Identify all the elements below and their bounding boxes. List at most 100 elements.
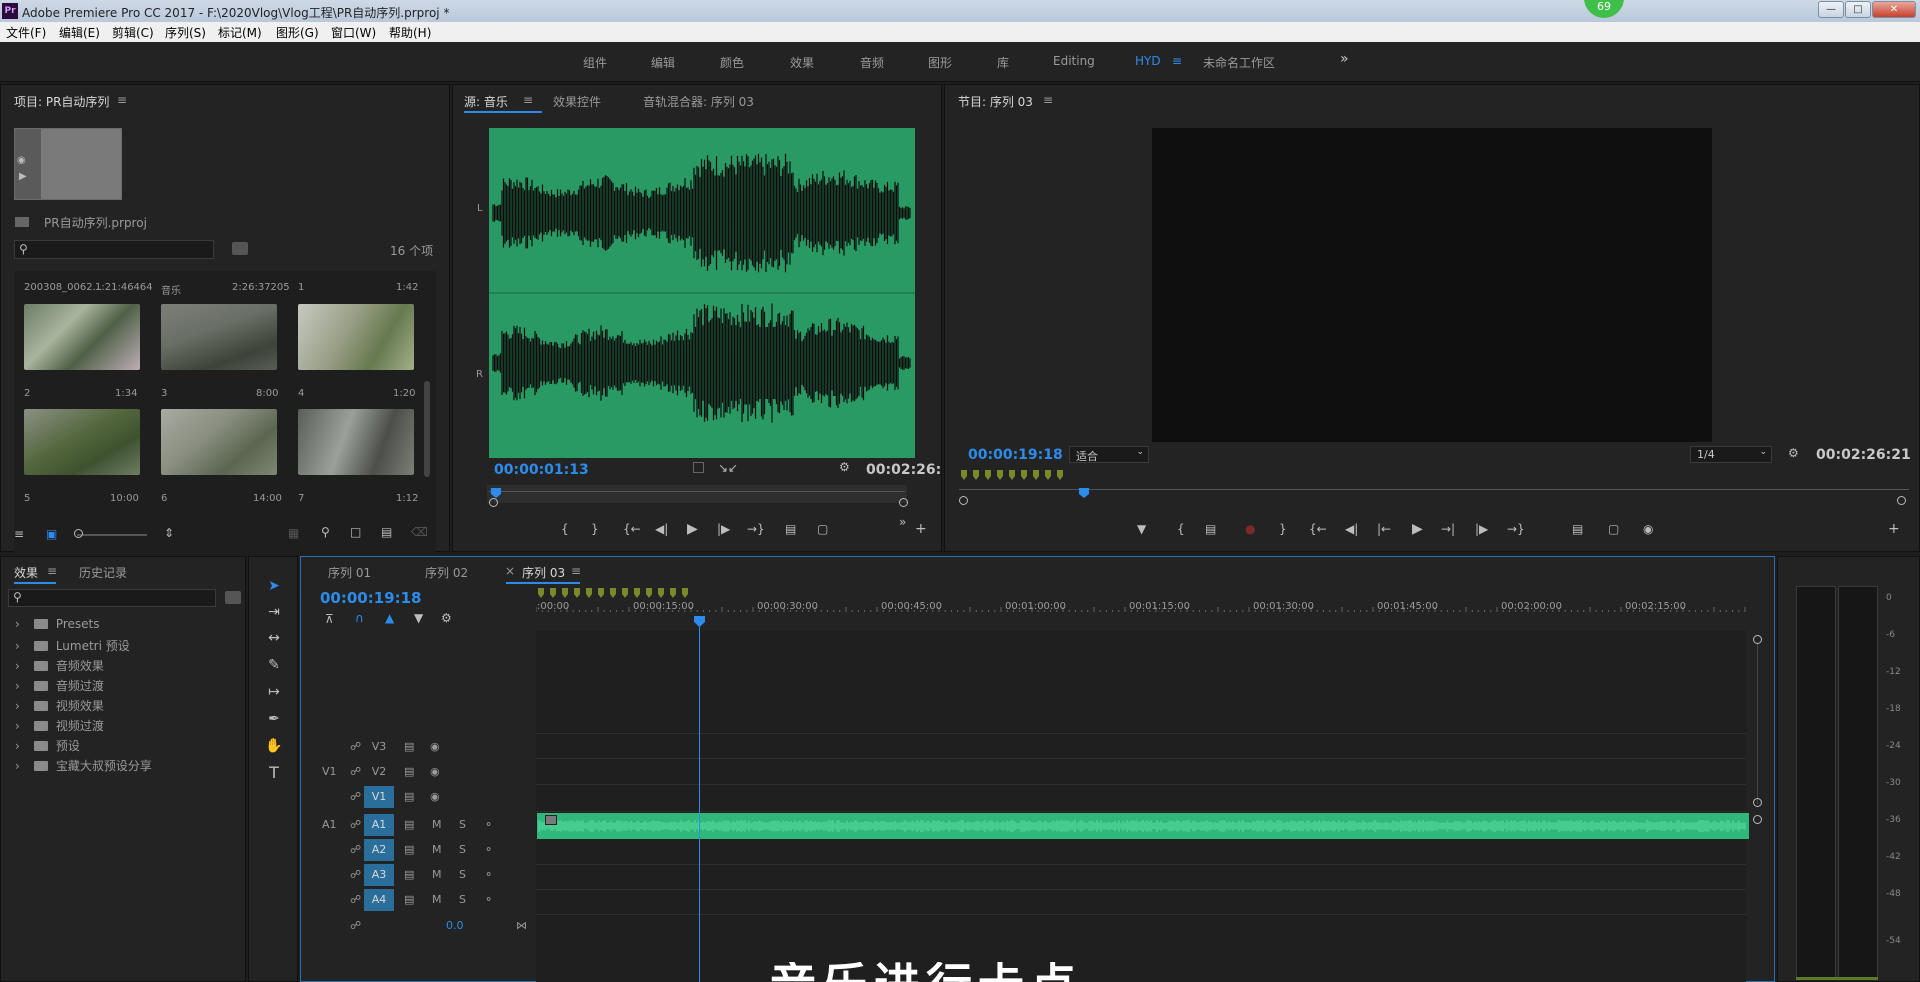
workspace-hyd[interactable]: HYD: [1135, 54, 1161, 68]
sync-lock-icon[interactable]: ▤: [404, 868, 414, 881]
mark-out-icon[interactable]: }: [591, 522, 599, 536]
workspace-edit[interactable]: 编辑: [651, 54, 675, 71]
clip-mark-icon[interactable]: ▤: [1205, 522, 1216, 536]
lock-icon[interactable]: ☍: [350, 919, 361, 932]
lock-icon[interactable]: ☍: [350, 790, 361, 803]
go-to-previous-edit-icon[interactable]: |←: [1377, 522, 1391, 536]
audio-clip-a1[interactable]: [537, 813, 1749, 839]
maximize-button[interactable]: □: [1845, 1, 1871, 18]
vertical-zoom-handle-top[interactable]: [1753, 635, 1762, 644]
workspace-audio[interactable]: 音频: [860, 54, 884, 71]
solo-button[interactable]: S: [459, 893, 466, 906]
tab-history[interactable]: 历史记录: [79, 564, 127, 581]
marker-icon[interactable]: [1045, 470, 1051, 480]
microphone-icon[interactable]: ⚬: [484, 868, 493, 881]
mute-button[interactable]: M: [432, 868, 442, 881]
tab-effect-controls[interactable]: 效果控件: [553, 93, 601, 110]
marker-icon[interactable]: [1009, 470, 1015, 480]
effects-folder[interactable]: › 音频效果: [15, 657, 104, 674]
marker-icon[interactable]: [997, 470, 1003, 480]
minimize-button[interactable]: —: [1818, 1, 1844, 18]
export-frame-camera-icon[interactable]: ◉: [1643, 522, 1653, 536]
track-select-tool-icon[interactable]: ⇥: [264, 602, 284, 622]
mark-in-icon[interactable]: {: [1177, 522, 1185, 536]
workspace-color[interactable]: 颜色: [720, 54, 744, 71]
go-to-next-edit-icon[interactable]: →|: [1441, 522, 1455, 536]
snap-magnet-icon[interactable]: ∩: [355, 611, 364, 625]
settings-wrench-icon[interactable]: ⚙: [1788, 446, 1799, 460]
mute-button[interactable]: M: [432, 893, 442, 906]
timeline-timecode[interactable]: 00:00:19:18: [320, 589, 422, 607]
tab-sequence-02[interactable]: 序列 02: [425, 564, 468, 581]
track-area[interactable]: [536, 630, 1746, 982]
automate-icon[interactable]: ▦: [288, 526, 299, 540]
marker-icon[interactable]: [973, 470, 979, 480]
marker-icon[interactable]: [538, 588, 544, 598]
zoom-handle-right[interactable]: [1897, 496, 1906, 505]
lock-icon[interactable]: ☍: [350, 893, 361, 906]
panel-menu-icon[interactable]: ≡: [571, 564, 581, 578]
program-video-frame[interactable]: [1152, 128, 1712, 442]
vertical-zoom-handle-audio[interactable]: [1753, 815, 1762, 824]
menu-marker[interactable]: 标记(M): [218, 24, 262, 41]
marker-icon[interactable]: [622, 588, 628, 598]
track-target[interactable]: A3: [364, 864, 394, 886]
resolution-dropdown[interactable]: 1/4 ⌄: [1690, 446, 1772, 463]
eye-icon[interactable]: ◉: [430, 790, 440, 803]
menu-window[interactable]: 窗口(W): [331, 24, 376, 41]
more-workspaces-icon[interactable]: »: [1340, 51, 1349, 67]
marker-icon[interactable]: [961, 470, 967, 480]
mute-button[interactable]: M: [432, 818, 442, 831]
marker-icon[interactable]: [550, 588, 556, 598]
program-title[interactable]: 节目: 序列 03: [958, 93, 1033, 110]
program-timecode[interactable]: 00:00:19:18: [968, 447, 1063, 463]
lock-icon[interactable]: ☍: [350, 818, 361, 831]
new-bin-icon[interactable]: □: [350, 525, 361, 539]
trash-icon[interactable]: ⌫: [411, 525, 428, 539]
ripple-edit-tool-icon[interactable]: ↔: [264, 628, 284, 648]
panel-menu-icon[interactable]: ≡: [47, 564, 57, 578]
mute-button[interactable]: M: [432, 843, 442, 856]
panel-menu-icon[interactable]: ≡: [1043, 93, 1053, 107]
workspace-editing[interactable]: Editing: [1053, 54, 1095, 68]
zoom-slider-handle[interactable]: [74, 529, 83, 538]
zoom-slider[interactable]: [77, 534, 147, 536]
source-zoom-bar[interactable]: [487, 485, 907, 503]
step-forward-icon[interactable]: |▶: [1475, 522, 1488, 536]
more-controls-icon[interactable]: »: [899, 515, 906, 529]
menu-clip[interactable]: 剪辑(C): [112, 24, 154, 41]
track-target[interactable]: A2: [364, 839, 394, 861]
sync-lock-icon[interactable]: ▤: [404, 893, 414, 906]
marker-icon[interactable]: [562, 588, 568, 598]
program-time-ruler[interactable]: [959, 489, 1909, 490]
clip-thumbnail[interactable]: [298, 304, 414, 370]
source-waveform[interactable]: [453, 123, 923, 463]
step-back-icon[interactable]: ◀|: [655, 522, 668, 536]
tab-effects[interactable]: 效果: [14, 564, 38, 581]
marker-icon[interactable]: [646, 588, 652, 598]
add-button-icon[interactable]: +: [1888, 521, 1900, 537]
lock-icon[interactable]: ☍: [350, 765, 361, 778]
track-target[interactable]: V3: [364, 736, 394, 758]
go-to-in-icon[interactable]: {←: [1309, 522, 1327, 536]
effects-folder[interactable]: › 视频过渡: [15, 717, 104, 734]
marker-icon[interactable]: [1021, 470, 1027, 480]
add-marker-icon[interactable]: ▼: [414, 611, 423, 625]
slip-tool-icon[interactable]: ↦: [264, 682, 284, 702]
lock-icon[interactable]: ☍: [350, 868, 361, 881]
track-target[interactable]: V1: [364, 786, 394, 808]
effects-folder[interactable]: › 宝藏大叔预设分享: [15, 757, 152, 774]
extract-icon[interactable]: ▢: [1608, 522, 1619, 536]
eye-icon[interactable]: ◉: [430, 740, 440, 753]
step-back-icon[interactable]: ◀|: [1345, 522, 1358, 536]
clip-thumbnail[interactable]: [298, 409, 414, 475]
vertical-zoom-handle-mid[interactable]: [1753, 798, 1762, 807]
source-patch[interactable]: A1: [322, 818, 337, 831]
settings-wrench-icon[interactable]: ⚙: [441, 611, 452, 625]
drag-audio-icon[interactable]: ↘↙: [718, 461, 738, 475]
effects-folder[interactable]: › Lumetri 预设: [15, 637, 130, 654]
timeline-playhead-line[interactable]: [699, 616, 700, 982]
go-to-in-icon[interactable]: {←: [623, 522, 641, 536]
marker-icon[interactable]: [1057, 470, 1063, 480]
workspace-effects[interactable]: 效果: [790, 54, 814, 71]
